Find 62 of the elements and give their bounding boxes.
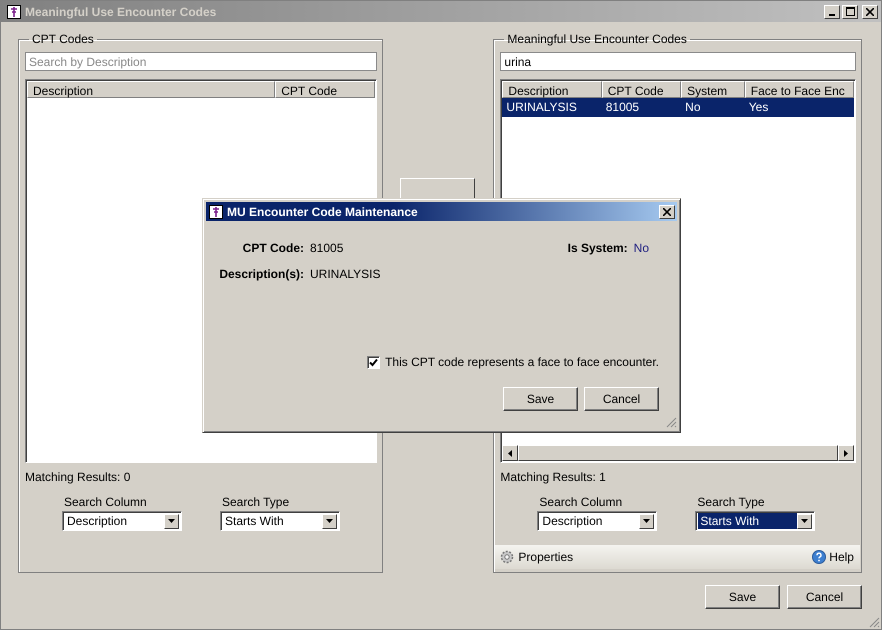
field-value: No (634, 241, 649, 255)
table-cell-text: URINALYSIS (505, 99, 578, 116)
dropdown[interactable]: Description (62, 511, 182, 531)
column-header[interactable]: CPT Code (602, 81, 682, 98)
dropdown[interactable]: Starts With (220, 511, 340, 531)
column-header[interactable]: System (681, 81, 745, 98)
table-cell-text: No (684, 99, 702, 116)
right-arrow-icon[interactable] (844, 450, 848, 456)
window-title: Meaningful Use Encounter Codes (25, 4, 216, 18)
horizontal-scrollbar[interactable] (502, 445, 854, 461)
maximize-button[interactable] (842, 4, 858, 18)
dropdown-arrow-icon (801, 519, 808, 523)
properties-link[interactable]: Properties (518, 550, 574, 564)
app-icon (7, 4, 21, 18)
checkbox-label: This CPT code represents a face to face encounter. (385, 355, 659, 369)
search-field[interactable]: Search by Description (25, 52, 377, 71)
app-icon (209, 204, 223, 218)
matching-results: Matching Results: 0 (25, 470, 132, 484)
checkbox[interactable] (367, 356, 380, 368)
cancel-button[interactable]: Cancel (584, 387, 659, 411)
search-field[interactable]: urina (500, 52, 856, 71)
field-label: Is System: (568, 241, 628, 255)
field-label: Description(s): (218, 267, 304, 281)
field-value: 81005 (310, 241, 344, 255)
maximize-icon (846, 7, 854, 16)
help-icon[interactable] (812, 550, 826, 564)
close-icon (866, 8, 874, 16)
combo-label: Search Column (538, 495, 624, 509)
dropdown-arrow-icon (326, 519, 333, 523)
left-arrow-icon[interactable] (508, 450, 512, 456)
combo-label: Search Type (221, 495, 290, 509)
table-row[interactable]: URINALYSIS 81005 No Yes (502, 98, 854, 117)
dialog-title: MU Encounter Code Maintenance (227, 204, 418, 218)
table-cell-text: Yes (748, 99, 770, 116)
dropdown[interactable]: Starts With (695, 511, 816, 531)
resize-grip-icon[interactable] (868, 616, 880, 628)
combo-label: Search Column (63, 495, 148, 509)
panel-title: Meaningful Use Encounter Codes (506, 32, 688, 46)
cancel-button[interactable]: Cancel (787, 585, 862, 609)
combo-label: Search Type (696, 495, 766, 509)
save-button[interactable]: Save (705, 585, 780, 609)
field-label: CPT Code: (242, 241, 304, 255)
help-link[interactable]: Help (829, 550, 854, 564)
column-header[interactable]: Face to Face Enc (744, 81, 854, 98)
resize-grip-icon[interactable] (665, 416, 677, 428)
dropdown[interactable]: Description (537, 511, 658, 531)
close-icon (663, 208, 671, 216)
field-value: URINALYSIS (310, 267, 380, 281)
gear-icon[interactable] (499, 549, 516, 565)
column-header[interactable]: Description (27, 81, 276, 98)
matching-results: Matching Results: 1 (500, 470, 607, 484)
dropdown-arrow-icon (643, 519, 650, 523)
column-header[interactable]: Description (502, 81, 602, 98)
minimize-icon (829, 14, 835, 16)
column-header[interactable]: CPT Code (275, 81, 375, 98)
save-button[interactable]: Save (503, 387, 578, 411)
panel-title: CPT Codes (31, 32, 95, 46)
minimize-button[interactable] (824, 4, 840, 18)
dropdown-arrow-icon (168, 519, 175, 523)
close-button[interactable] (659, 204, 675, 218)
close-button[interactable] (862, 4, 878, 18)
table-cell-text: 81005 (604, 99, 640, 116)
